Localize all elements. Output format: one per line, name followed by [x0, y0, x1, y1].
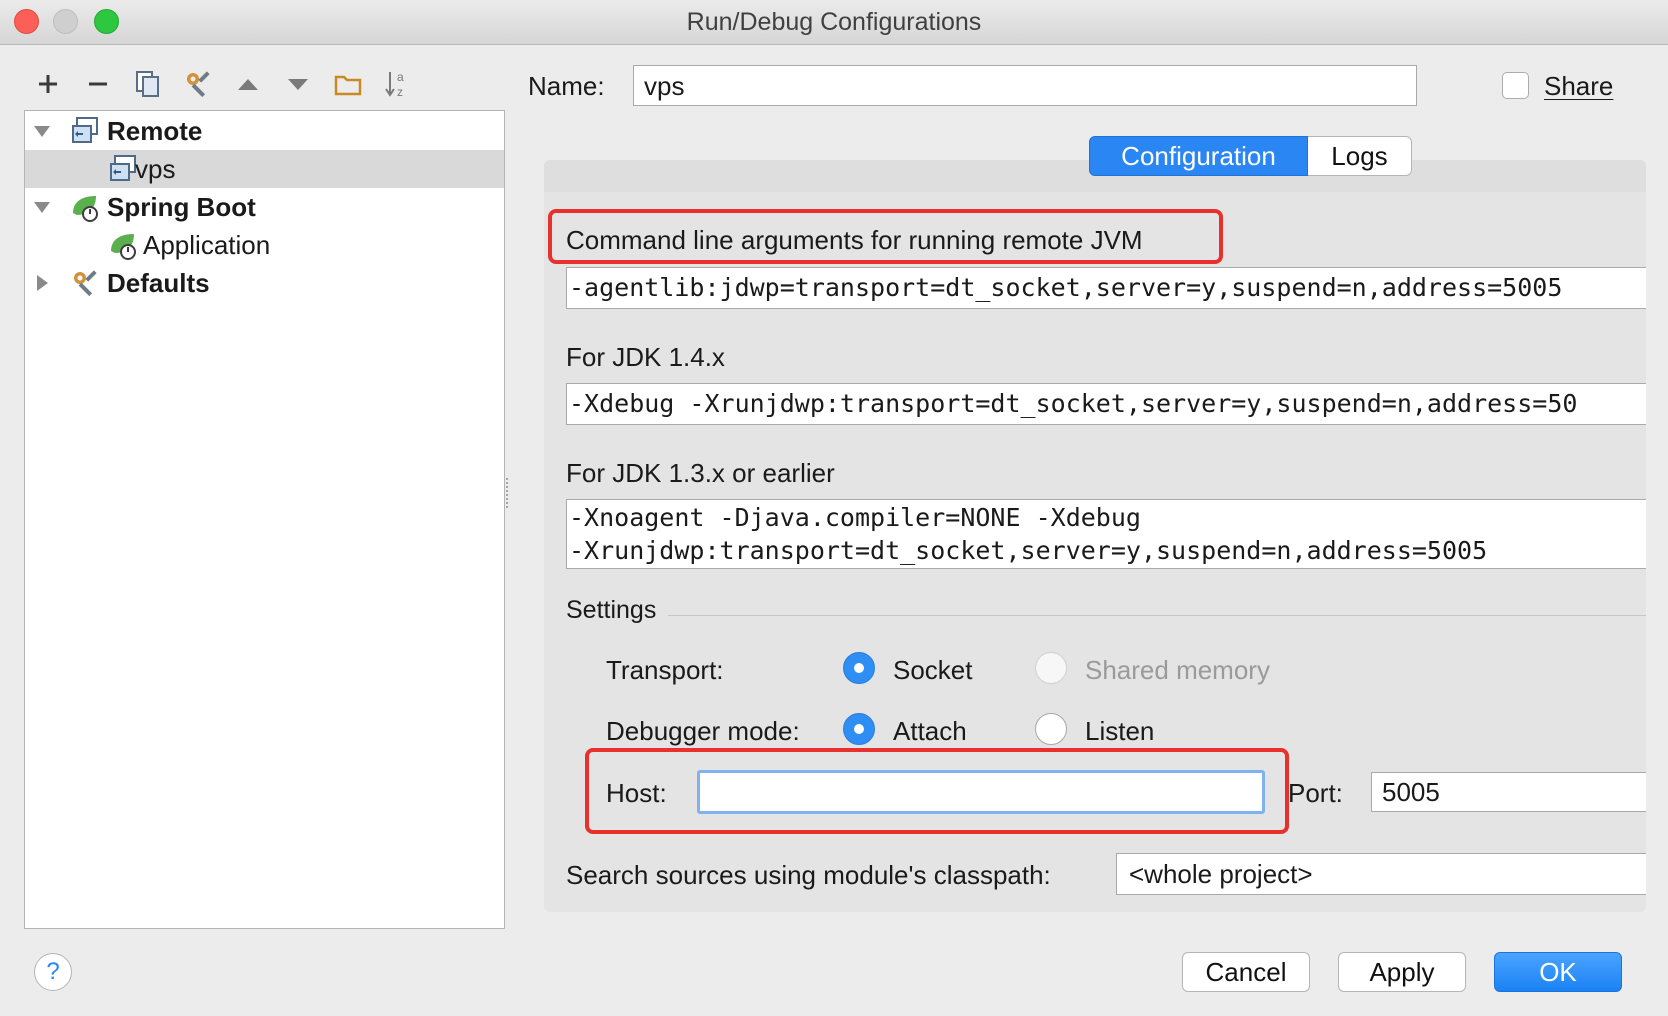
add-icon[interactable]	[28, 64, 68, 104]
cancel-button[interactable]: Cancel	[1182, 952, 1310, 992]
jdk13-args-field[interactable]: -Xnoagent -Djava.compiler=NONE -Xdebug -…	[566, 499, 1646, 569]
port-input[interactable]: 5005	[1371, 772, 1646, 812]
debugger-mode-label: Debugger mode:	[606, 716, 800, 746]
transport-shared-memory-label: Shared memory	[1085, 655, 1270, 685]
tree-item-application[interactable]: Application	[25, 226, 504, 264]
tree-item-defaults[interactable]: Defaults	[25, 264, 504, 302]
share-label: Share	[1544, 71, 1614, 101]
edit-defaults-icon[interactable]	[178, 64, 218, 104]
tree-item-vps[interactable]: vps	[25, 150, 504, 188]
collapse-arrow-icon[interactable]	[31, 272, 53, 294]
tree-item-label: vps	[135, 153, 176, 184]
tree-item-spring-boot[interactable]: Spring Boot	[25, 188, 504, 226]
window-title: Run/Debug Configurations	[686, 8, 982, 36]
name-label: Name:	[528, 71, 605, 101]
port-label: Port:	[1288, 778, 1343, 808]
tree-item-label: Spring Boot	[107, 191, 256, 222]
tab-configuration[interactable]: Configuration	[1089, 136, 1308, 176]
jdk14-args-field[interactable]: -Xdebug -Xrunjdwp:transport=dt_socket,se…	[566, 383, 1646, 425]
move-down-icon[interactable]	[278, 64, 318, 104]
cmd-args-field[interactable]: -agentlib:jdwp=transport=dt_socket,serve…	[566, 267, 1646, 309]
tree-item-label: Defaults	[107, 267, 210, 298]
tree-item-label: Application	[143, 229, 271, 260]
move-up-icon[interactable]	[228, 64, 268, 104]
settings-heading: Settings	[566, 596, 657, 624]
host-input[interactable]	[697, 770, 1265, 814]
transport-socket-radio[interactable]	[843, 652, 875, 684]
mode-listen-radio[interactable]	[1035, 713, 1067, 745]
remote-icon	[72, 117, 98, 143]
tree-item-label: Remote	[107, 115, 203, 146]
jdk14-label: For JDK 1.4.x	[566, 342, 725, 372]
copy-icon[interactable]	[128, 64, 168, 104]
jdk13-line-2: -Xrunjdwp:transport=dt_socket,server=y,s…	[569, 536, 1488, 565]
ok-button[interactable]: OK	[1494, 952, 1622, 992]
transport-socket-label: Socket	[893, 655, 973, 685]
spring-boot-icon	[111, 234, 136, 260]
spring-boot-icon	[73, 196, 98, 222]
jdk13-line-1: -Xnoagent -Djava.compiler=NONE -Xdebug	[569, 503, 1141, 532]
transport-label: Transport:	[606, 655, 724, 685]
apply-button[interactable]: Apply	[1338, 952, 1466, 992]
splitter-handle[interactable]	[506, 478, 512, 508]
tab-logs[interactable]: Logs	[1308, 136, 1412, 176]
classpath-label: Search sources using module's classpath:	[566, 860, 1051, 890]
host-label: Host:	[606, 778, 667, 808]
configuration-tree[interactable]: Remote vps Spring Boot Application Defau…	[24, 110, 505, 929]
svg-text:z: z	[397, 85, 403, 99]
tree-item-remote[interactable]: Remote	[25, 112, 504, 150]
sort-icon[interactable]: az	[378, 64, 418, 104]
mode-attach-label: Attach	[893, 716, 967, 746]
svg-text:a: a	[397, 70, 404, 84]
share-checkbox[interactable]	[1502, 72, 1529, 99]
name-input[interactable]: vps	[633, 65, 1417, 106]
wrench-icon	[74, 270, 97, 297]
expand-arrow-icon[interactable]	[31, 120, 53, 142]
help-button[interactable]: ?	[34, 953, 72, 991]
mode-attach-radio[interactable]	[843, 713, 875, 745]
settings-divider	[668, 615, 1646, 616]
mode-listen-label: Listen	[1085, 716, 1155, 746]
remove-icon[interactable]	[78, 64, 118, 104]
highlight-box-cmd-label	[548, 209, 1223, 264]
transport-shared-memory-radio[interactable]	[1035, 652, 1067, 684]
folder-icon[interactable]	[328, 64, 368, 104]
jdk13-label: For JDK 1.3.x or earlier	[566, 458, 835, 488]
title-bar: Run/Debug Configurations	[0, 0, 1668, 45]
classpath-select[interactable]: <whole project>	[1116, 853, 1646, 895]
expand-arrow-icon[interactable]	[31, 196, 53, 218]
